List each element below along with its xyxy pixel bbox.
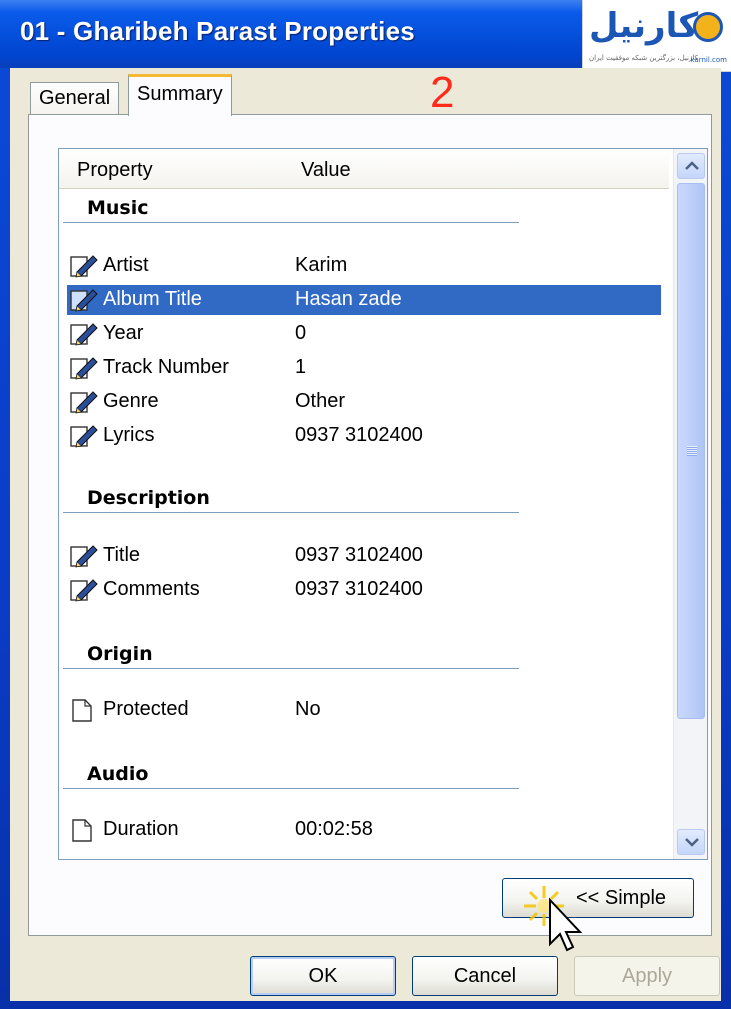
step-annotation: 2 [430,68,455,117]
tab-general[interactable]: General [30,82,120,114]
group-title: Audio [87,763,149,785]
property-name: Duration [103,818,179,840]
logo-text: کارنیل [589,6,699,46]
group-title: Description [87,487,210,509]
list-item[interactable]: Title 0937 3102400 [67,541,661,571]
list-item[interactable]: Track Number 1 [67,353,661,383]
property-name: Comments [103,578,200,600]
property-value: Karim [295,254,348,276]
logo-badge-icon [693,12,723,42]
list-item[interactable]: Genre Other [67,387,661,417]
tab-summary[interactable]: Summary [128,74,232,116]
list-item[interactable]: Artist Karim [67,251,661,281]
column-header: Property Value [59,149,669,189]
edit-icon [70,357,98,380]
group-title: Music [87,197,149,219]
edit-icon [70,391,98,414]
vertical-scrollbar[interactable] [673,149,707,859]
edit-icon [70,323,98,346]
property-value: 1 [295,356,307,378]
group-divider [63,222,519,223]
list-item[interactable]: Duration 00:02:58 [67,815,661,845]
chevron-up-icon [685,161,699,170]
list-item-selected[interactable]: Album Title Hasan zade [67,285,661,315]
group-audio: Audio [59,757,669,793]
edit-icon [70,425,98,448]
grip-icon [687,446,697,456]
logo-subtitle: کارنیل، بزرگترین شبکه موفقیت ایران [589,54,698,62]
property-name: Title [103,544,141,566]
property-value: 00:02:58 [295,818,373,840]
property-value: Hasan zade [295,288,402,310]
property-value: No [295,698,321,720]
document-icon [72,699,92,722]
group-description: Description [59,481,669,517]
property-value: 0937 3102400 [295,544,423,566]
dialog-client: General Summary 2 Property Value Music A… [10,68,721,1001]
property-name: Lyrics [103,424,155,446]
property-name: Genre [103,390,159,412]
edit-icon [70,255,98,278]
list-item[interactable]: Lyrics 0937 3102400 [67,421,661,451]
column-header-value[interactable]: Value [301,159,351,182]
cancel-button[interactable]: Cancel [412,956,558,996]
group-music: Music [59,191,669,227]
property-value: 0937 3102400 [295,424,423,446]
ok-button[interactable]: OK [250,956,396,996]
list-item[interactable]: Comments 0937 3102400 [67,575,661,605]
edit-icon [70,289,98,312]
property-name: Track Number [103,356,229,378]
scroll-down-button[interactable] [677,829,705,855]
properties-list[interactable]: Property Value Music Artist Karim Album … [58,148,708,860]
property-value: Other [295,390,346,412]
group-divider [63,788,519,789]
edit-icon [70,545,98,568]
list-item[interactable]: Year 0 [67,319,661,349]
document-icon [72,819,92,842]
group-divider [63,668,519,669]
group-origin: Origin [59,637,669,673]
properties-window: 01 - Gharibeh Parast Properties کارنیل ک… [0,0,731,1009]
property-name: Year [103,322,144,344]
column-header-property[interactable]: Property [77,159,153,182]
group-divider [63,512,519,513]
property-value: 0 [295,322,307,344]
logo-site: karnil.com [690,56,727,64]
property-value: 0937 3102400 [295,578,423,600]
scroll-thumb[interactable] [677,183,705,719]
property-name: Artist [103,254,149,276]
property-name: Protected [103,698,189,720]
chevron-down-icon [685,838,699,847]
edit-icon [70,579,98,602]
apply-button: Apply [574,956,720,996]
window-title: 01 - Gharibeh Parast Properties [20,16,415,46]
karnil-logo: کارنیل کارنیل، بزرگترین شبکه موفقیت ایرا… [582,0,731,72]
mouse-cursor-icon [524,886,583,952]
property-name: Album Title [103,288,202,310]
scroll-up-button[interactable] [677,153,705,179]
list-item[interactable]: Protected No [67,695,661,725]
group-title: Origin [87,643,153,665]
